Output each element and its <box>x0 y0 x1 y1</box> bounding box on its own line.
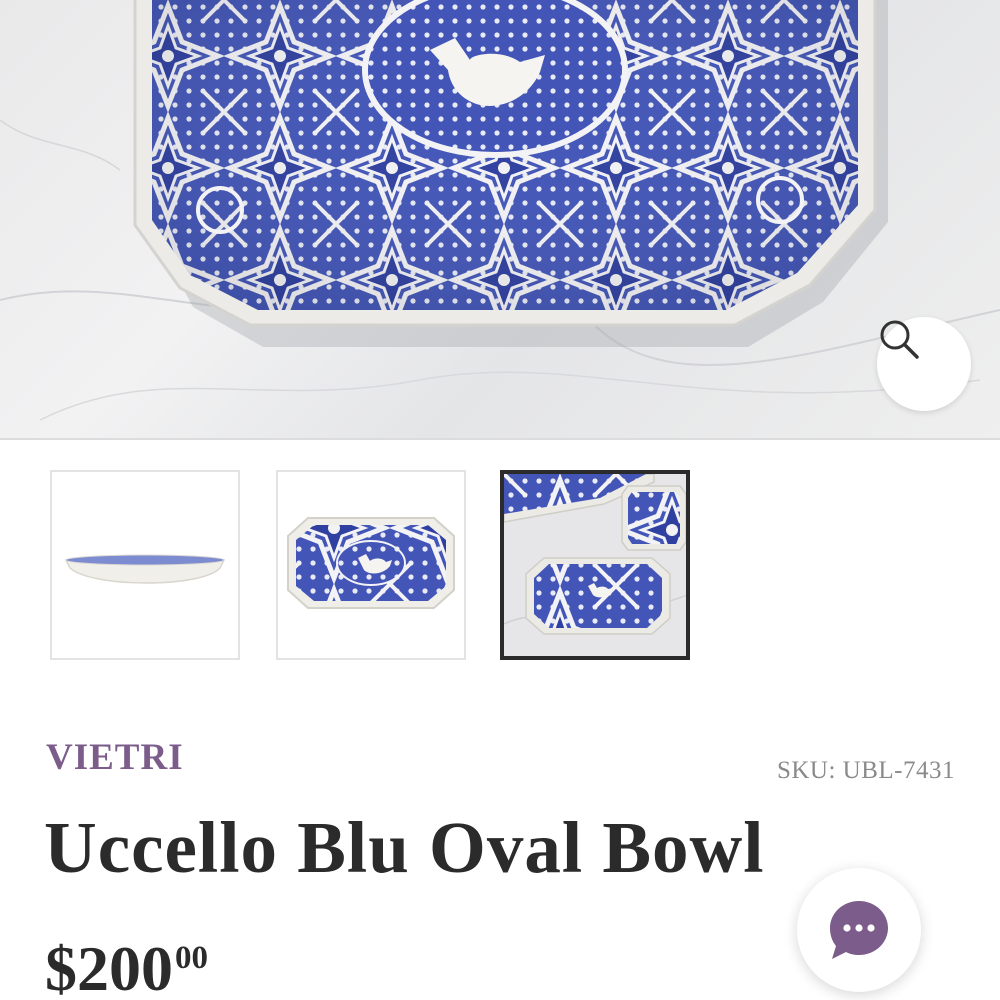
thumbnail-lifestyle-view[interactable] <box>500 470 690 660</box>
magnifier-icon <box>880 320 919 359</box>
chat-button[interactable] <box>797 868 921 992</box>
price-dollars: $200 <box>45 933 173 1000</box>
product-title: Uccello Blu Oval Bowl <box>44 807 765 888</box>
product-page: VIETRI SKU: UBL-7431 Uccello Blu Oval Bo… <box>0 0 1000 1000</box>
product-main-image[interactable] <box>0 0 1000 440</box>
thumbnail-lifestyle-image <box>504 474 686 656</box>
product-price: $20000 <box>45 932 208 1000</box>
thumbnail-side-view[interactable] <box>50 470 240 660</box>
bowl-photo <box>0 0 1000 421</box>
brand-link[interactable]: VIETRI <box>46 736 184 779</box>
thumbnail-side-image <box>64 554 226 584</box>
price-cents: 00 <box>175 940 208 976</box>
thumbnail-top-image <box>287 517 455 609</box>
thumbnail-top-view[interactable] <box>276 470 466 660</box>
chat-bubble-icon <box>830 901 888 959</box>
sku-label: SKU: UBL-7431 <box>776 757 955 784</box>
zoom-button[interactable] <box>877 317 971 411</box>
